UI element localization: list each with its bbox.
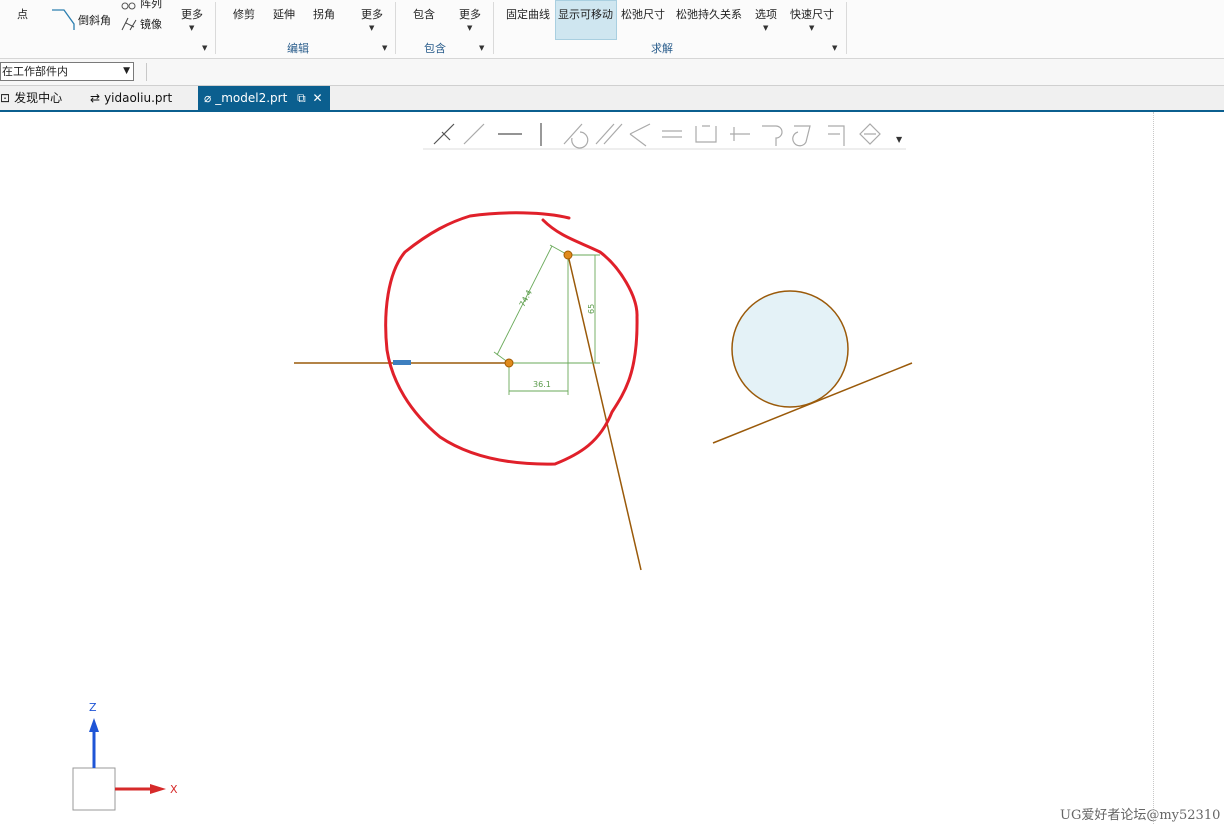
tab-discovery-center[interactable]: ⊡ 发现中心 — [0, 86, 86, 110]
fix-curve-button[interactable]: 固定曲线 — [506, 6, 550, 22]
tab-model2[interactable]: ⌀ _model2.prt ⧉ ✕ — [198, 86, 330, 110]
point-button[interactable]: 点 — [17, 6, 28, 22]
mirror-icon — [121, 17, 137, 31]
dimension-label-horizontal: 36.1 — [533, 380, 551, 389]
dimension-label-diagonal: 74.4 — [518, 288, 534, 308]
more-button-1[interactable]: 更多 — [181, 6, 203, 22]
group-divider — [493, 2, 494, 54]
trim-button[interactable]: 修剪 — [233, 6, 255, 22]
include-button[interactable]: 包含 — [413, 6, 435, 22]
endpoint-marker — [563, 250, 573, 260]
selection-filter-bar: 在工作部件内 ▼ — [0, 59, 1224, 86]
group-expand-icon-1[interactable]: ▼ — [202, 44, 207, 52]
tab-label: yidaoliu.prt — [104, 91, 173, 105]
part-file-icon: ⌀ — [204, 91, 212, 105]
quick-dim-dropdown-icon[interactable]: ▼ — [809, 24, 814, 32]
corner-button[interactable]: 拐角 — [313, 6, 335, 22]
array-icon — [121, 2, 136, 10]
tab-label: 发现中心 — [14, 91, 63, 105]
chamfer-icon — [52, 9, 75, 30]
watermark: UG爱好者论坛@my52310 — [1060, 808, 1221, 823]
tab-yidaoliu[interactable]: ⇄ yidaoliu.prt — [90, 86, 194, 110]
chevron-down-icon: ▼ — [123, 66, 130, 76]
group-divider — [846, 2, 847, 54]
close-icon[interactable]: ✕ — [313, 91, 323, 105]
selection-scope-dropdown[interactable]: 在工作部件内 ▼ — [0, 62, 134, 81]
mirror-button[interactable]: 镜像 — [140, 16, 162, 32]
tab-label: _model2.prt — [215, 91, 288, 105]
ribbon: 点 倒斜角 阵列 镜像 更多 ▼ ▼ 修剪 延伸 拐角 更多 ▼ 编辑 ▼ 包含… — [0, 0, 1224, 59]
sketch-circle — [731, 290, 849, 408]
options-button[interactable]: 选项 — [755, 6, 777, 22]
endpoint-marker — [504, 358, 514, 368]
group-divider — [215, 2, 216, 54]
more-button-2[interactable]: 更多 — [361, 6, 383, 22]
more-dropdown-icon-2[interactable]: ▼ — [369, 24, 374, 32]
discovery-icon: ⊡ — [0, 91, 11, 105]
dimension-lines — [493, 244, 600, 395]
triad-origin-box — [72, 767, 116, 811]
selection-scope-value: 在工作部件内 — [2, 65, 68, 78]
array-button[interactable]: 阵列 — [140, 0, 162, 11]
group-expand-icon-3[interactable]: ▼ — [479, 44, 484, 52]
dimension-label-vertical: 65 — [587, 304, 596, 314]
solve-group-label: 求解 — [651, 42, 673, 55]
more-dropdown-icon-3[interactable]: ▼ — [467, 24, 472, 32]
edit-group-label: 编辑 — [287, 42, 309, 55]
group-expand-icon-4[interactable]: ▼ — [832, 44, 837, 52]
chamfer-button[interactable]: 倒斜角 — [78, 12, 111, 28]
options-dropdown-icon[interactable]: ▼ — [763, 24, 768, 32]
group-expand-icon-2[interactable]: ▼ — [382, 44, 387, 52]
extend-button[interactable]: 延伸 — [273, 6, 295, 22]
group-divider — [395, 2, 396, 54]
more-button-3[interactable]: 更多 — [459, 6, 481, 22]
part-file-icon: ⇄ — [90, 91, 101, 105]
z-axis-label: Z — [89, 701, 97, 714]
x-axis-label: X — [170, 783, 178, 796]
relax-dim-button[interactable]: 松弛尺寸 — [621, 6, 665, 22]
sketch-geometry: 74.4 36.1 65 Z X — [72, 211, 913, 811]
quick-dim-button[interactable]: 快速尺寸 — [790, 6, 834, 22]
slanted-curve — [567, 254, 642, 571]
freehand-annotation — [384, 211, 639, 466]
include-group-label: 包含 — [424, 42, 446, 55]
filter-divider — [146, 63, 147, 81]
x-axis-arrow — [150, 784, 166, 794]
more-dropdown-icon-1[interactable]: ▼ — [189, 24, 194, 32]
selected-segment-marker — [393, 360, 411, 365]
undock-icon[interactable]: ⧉ — [297, 91, 306, 105]
z-axis-arrow — [89, 718, 99, 732]
show-movable-button[interactable]: 显示可移动 — [558, 6, 613, 22]
relax-persist-button[interactable]: 松弛持久关系 — [676, 6, 742, 22]
document-tabs: ⊡ 发现中心 ⇄ yidaoliu.prt ⌀ _model2.prt ⧉ ✕ — [0, 86, 1224, 112]
